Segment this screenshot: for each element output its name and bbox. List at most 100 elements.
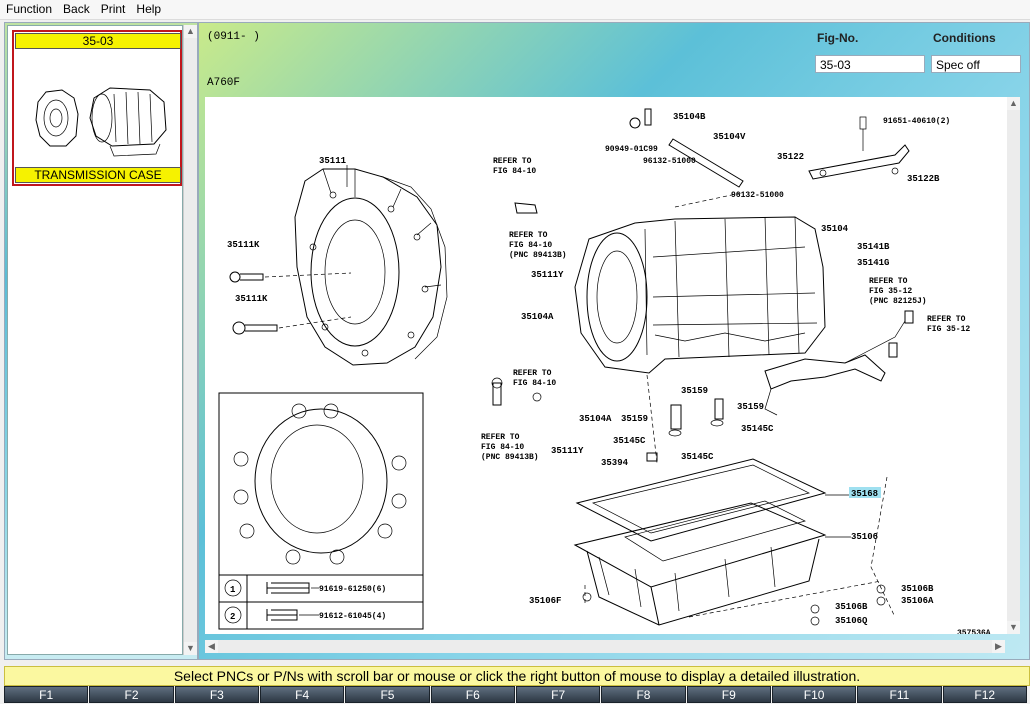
figure-thumbnail-panel: 35-03 TRANSMISSION CASE ▲ ▼ — [4, 22, 198, 660]
refer-5-line-2[interactable]: FIG 84-10 — [513, 379, 556, 388]
f9-key[interactable]: F9 — [686, 686, 771, 703]
pnc-35111k-upper[interactable]: 35111K — [227, 240, 260, 250]
pnc-35122b[interactable]: 35122B — [907, 174, 940, 184]
legend-bolt-2-pn[interactable]: 91612-61045(4) — [319, 612, 386, 621]
thumbnail-card-transmission-case[interactable]: 35-03 TRANSMISSION CASE — [12, 30, 182, 186]
status-message: Select PNCs or P/Ns with scroll bar or m… — [4, 666, 1030, 686]
pnc-35145c-lower[interactable]: 35145C — [681, 452, 714, 462]
part-labels: 35111 35111K 35111K 35104B 35104V 90949-… — [227, 112, 991, 634]
illustration-id: 357536A — [957, 629, 991, 634]
pnc-35106[interactable]: 35106 — [851, 532, 878, 542]
pnc-35104a-upper[interactable]: 35104A — [521, 312, 554, 322]
f12-key[interactable]: F12 — [942, 686, 1027, 703]
scroll-up-icon[interactable]: ▲ — [184, 25, 197, 38]
thumbnail-list: 35-03 TRANSMISSION CASE — [7, 25, 183, 655]
f2-key[interactable]: F2 — [89, 686, 174, 703]
pnc-35106f[interactable]: 35106F — [529, 596, 561, 606]
refer-4-line-2[interactable]: FIG 35-12 — [927, 325, 970, 334]
wire-harness-drawing — [764, 310, 914, 416]
pnc-35159-a[interactable]: 35159 — [681, 386, 708, 396]
f5-key[interactable]: F5 — [345, 686, 430, 703]
transmission-case-drawing — [574, 216, 826, 374]
thumbnail-scrollbar[interactable]: ▲ ▼ — [183, 25, 197, 655]
model-code: A760F — [207, 77, 241, 89]
f3-key[interactable]: F3 — [174, 686, 259, 703]
pnc-35104a-lower[interactable]: 35104A — [579, 414, 612, 424]
refer-6-line-3[interactable]: (PNC 89413B) — [481, 453, 539, 462]
fig-no-label: Fig-No. — [817, 31, 859, 45]
legend-number-2: 2 — [230, 612, 235, 622]
pnc-35106a[interactable]: 35106A — [901, 596, 934, 606]
pnc-35394[interactable]: 35394 — [601, 458, 629, 468]
conditions-field[interactable]: Spec off — [931, 55, 1021, 73]
menu-function[interactable]: Function — [0, 0, 57, 16]
pnc-35122[interactable]: 35122 — [777, 152, 804, 162]
f4-key[interactable]: F4 — [259, 686, 345, 703]
refer-2-line-1[interactable]: REFER TO — [509, 231, 548, 240]
illustration-horizontal-scrollbar[interactable]: ◀ ▶ — [205, 640, 1005, 653]
exploded-view-svg: 1 2 91619-61250(6) 91612-61045(4) 35111 … — [218, 108, 991, 634]
f10-key[interactable]: F10 — [771, 686, 857, 703]
menu-back[interactable]: Back — [57, 0, 95, 16]
thumbnail-name: TRANSMISSION CASE — [15, 167, 181, 183]
pnc-35111[interactable]: 35111 — [319, 156, 347, 166]
pnc-35111y-upper[interactable]: 35111Y — [531, 270, 564, 280]
pnc-35159-c[interactable]: 35159 — [737, 402, 764, 412]
parts-illustration[interactable]: 1 2 91619-61250(6) 91612-61045(4) 35111 … — [205, 97, 1007, 634]
refer-5-line-1[interactable]: REFER TO — [513, 369, 552, 378]
refer-3-line-2[interactable]: FIG 35-12 — [869, 287, 912, 296]
refer-1-line-1[interactable]: REFER TO — [493, 157, 532, 166]
bolt-35111k-upper — [229, 271, 352, 283]
scroll-up-icon[interactable]: ▲ — [1007, 97, 1020, 110]
refer-2-line-3[interactable]: (PNC 89413B) — [509, 251, 567, 260]
pnc-96132-51000-a[interactable]: 96132-51000 — [643, 157, 696, 166]
pnc-35111y-lower[interactable]: 35111Y — [551, 446, 584, 456]
thumbnail-image — [35, 87, 167, 157]
scroll-right-icon[interactable]: ▶ — [992, 640, 1005, 653]
pnc-35111k-lower[interactable]: 35111K — [235, 294, 268, 304]
illustration-panel: (0911- ) A760F Fig-No. Conditions 35-03 … — [198, 22, 1030, 660]
function-key-bar: F1 F2 F3 F4 F5 F6 F7 F8 F9 F10 F11 F12 — [4, 686, 1028, 703]
pnc-35104[interactable]: 35104 — [821, 224, 849, 234]
pnc-35106b-left[interactable]: 35106B — [835, 602, 868, 612]
refer-4-line-1[interactable]: REFER TO — [927, 315, 966, 324]
refer-6-line-1[interactable]: REFER TO — [481, 433, 520, 442]
legend-number-1: 1 — [230, 585, 236, 595]
menu-help[interactable]: Help — [130, 0, 166, 16]
refer-6-line-2[interactable]: FIG 84-10 — [481, 443, 524, 452]
pnc-35141g[interactable]: 35141G — [857, 258, 889, 268]
oil-pan-drawing — [573, 500, 827, 626]
refer-3-line-3[interactable]: (PNC 82125J) — [869, 297, 927, 306]
bolt-legend-box: 1 2 91619-61250(6) 91612-61045(4) — [218, 392, 424, 630]
scroll-down-icon[interactable]: ▼ — [184, 642, 197, 655]
pnc-35145c-right[interactable]: 35145C — [741, 424, 774, 434]
pnc-35104b[interactable]: 35104B — [673, 112, 706, 122]
pnc-90949-01c99[interactable]: 90949-01C99 — [605, 145, 658, 154]
pnc-96132-51000-b[interactable]: 96132-51000 — [731, 191, 784, 200]
pnc-35168[interactable]: 35168 — [851, 489, 878, 499]
f8-key[interactable]: F8 — [601, 686, 686, 703]
f6-key[interactable]: F6 — [430, 686, 515, 703]
pnc-35145c-left[interactable]: 35145C — [613, 436, 646, 446]
pnc-35106b-right[interactable]: 35106B — [901, 584, 934, 594]
fig-no-field[interactable]: 35-03 — [815, 55, 925, 73]
pnc-35141b[interactable]: 35141B — [857, 242, 890, 252]
refer-3-line-1[interactable]: REFER TO — [869, 277, 908, 286]
f11-key[interactable]: F11 — [857, 686, 942, 703]
pnc-35159-b[interactable]: 35159 — [621, 414, 648, 424]
pnc-91651-40610[interactable]: 91651-40610(2) — [883, 117, 950, 126]
f1-key[interactable]: F1 — [4, 686, 89, 703]
menu-print[interactable]: Print — [95, 0, 131, 16]
pnc-35104v[interactable]: 35104V — [713, 132, 746, 142]
menu-bar: Function Back Print Help — [0, 0, 1030, 20]
scroll-left-icon[interactable]: ◀ — [205, 640, 218, 653]
illustration-vertical-scrollbar[interactable]: ▲ ▼ — [1007, 97, 1020, 634]
legend-bolt-1-pn[interactable]: 91619-61250(6) — [319, 585, 386, 594]
breather-pipe-drawing — [629, 108, 910, 188]
refer-2-line-2[interactable]: FIG 84-10 — [509, 241, 552, 250]
bolt-35111k-lower — [232, 316, 352, 335]
pnc-35106q[interactable]: 35106Q — [835, 616, 868, 626]
f7-key[interactable]: F7 — [515, 686, 601, 703]
refer-1-line-2[interactable]: FIG 84-10 — [493, 167, 536, 176]
scroll-down-icon[interactable]: ▼ — [1007, 621, 1020, 634]
